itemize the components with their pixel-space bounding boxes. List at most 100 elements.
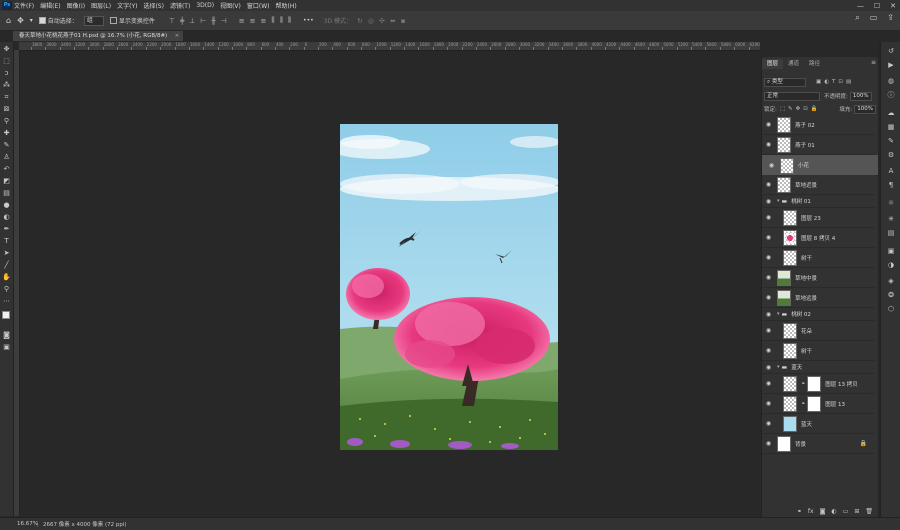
brushes-icon[interactable]: ✎ <box>885 136 897 146</box>
new-group-icon[interactable]: ▭ <box>843 508 849 515</box>
navigator-icon[interactable]: ◑ <box>885 260 897 270</box>
move-tool-icon[interactable]: ✥ <box>17 16 24 25</box>
visibility-eye-icon[interactable]: ◉ <box>762 181 775 188</box>
menu-layer[interactable]: 图层(L) <box>91 1 111 10</box>
maximize-button[interactable]: ☐ <box>874 2 880 10</box>
zoom-tool-icon[interactable]: ⚲ <box>1 284 12 294</box>
layer-row[interactable]: ◉ 图层 8 拷贝 4 <box>762 228 875 248</box>
tab-paths[interactable]: 路径 <box>804 59 825 69</box>
distribute-left-icon[interactable]: ⫼ <box>271 16 274 25</box>
distribute-top-icon[interactable]: ≡ <box>239 17 245 25</box>
layer-row[interactable]: ◉ 燕子 02 <box>762 115 875 135</box>
layer-row[interactable]: ◉ 草地近景 <box>762 175 875 195</box>
visibility-eye-icon[interactable]: ◉ <box>765 162 778 170</box>
auto-select-checkbox[interactable] <box>38 17 46 24</box>
align-bottom-icon[interactable]: ⊥ <box>189 17 195 25</box>
align-right-icon[interactable]: ⊣ <box>221 17 227 25</box>
search-icon[interactable]: ⌕ <box>855 13 859 23</box>
magic-wand-icon[interactable]: ⁂ <box>1 80 12 90</box>
kind-filter-dropdown[interactable]: ⌕ 类型 <box>764 77 806 87</box>
screen-mode-icon[interactable]: ▣ <box>1 342 12 352</box>
visibility-eye-icon[interactable]: ◉ <box>762 198 775 205</box>
more-options-button[interactable]: ••• <box>303 17 314 24</box>
document-tab[interactable]: 春天草地小花桃花燕子01 H.psd @ 16.7% (小花, RGB/8#) … <box>13 31 184 41</box>
menu-type[interactable]: 文字(Y) <box>117 1 137 10</box>
home-icon[interactable]: ⌂ <box>6 16 11 25</box>
minimize-button[interactable]: — <box>857 2 864 10</box>
blend-mode-dropdown[interactable]: 正常 <box>764 91 820 101</box>
vertical-ruler[interactable] <box>13 50 20 516</box>
show-transform-option[interactable]: 显示变换控件 <box>109 16 155 25</box>
zoom-level[interactable]: 16.67% <box>17 521 38 527</box>
quick-mask-icon[interactable]: ◙ <box>1 330 12 340</box>
distribute-right-icon[interactable]: ⫼ <box>288 16 291 25</box>
marquee-tool-icon[interactable]: ⬚ <box>1 56 12 66</box>
add-mask-icon[interactable]: ◙ <box>820 508 826 515</box>
visibility-eye-icon[interactable]: ◉ <box>762 400 775 407</box>
align-top-icon[interactable]: ⊤ <box>169 17 175 25</box>
distribute-bottom-icon[interactable]: ≡ <box>260 17 266 25</box>
auto-select-option[interactable]: 自动选择： <box>38 16 78 25</box>
layer-row[interactable]: ◉ 树干 <box>762 248 875 268</box>
visibility-eye-icon[interactable]: ◉ <box>762 420 775 427</box>
color-wheel-icon[interactable]: ◍ <box>885 76 897 86</box>
hand-tool-icon[interactable]: ✋ <box>1 272 12 282</box>
type-tool-icon[interactable]: T <box>1 236 12 246</box>
visibility-eye-icon[interactable]: ◉ <box>762 327 775 334</box>
brush-tool-icon[interactable]: ✎ <box>1 140 12 150</box>
mask-link-icon[interactable]: ⚭ <box>801 381 805 387</box>
info-icon[interactable]: ⓘ <box>885 90 897 100</box>
layer-row[interactable]: ◉ 图层 23 <box>762 208 875 228</box>
group-expand-icon[interactable]: ▾ <box>777 311 780 317</box>
visibility-eye-icon[interactable]: ◉ <box>762 274 775 281</box>
3d-roll-icon[interactable]: ◎ <box>368 17 374 25</box>
tab-layers[interactable]: 图层 <box>762 59 784 69</box>
clone-stamp-icon[interactable]: ♙ <box>1 152 12 162</box>
frame-tool-icon[interactable]: ⊠ <box>1 104 12 114</box>
distribute-hcenter-icon[interactable]: ⫼ <box>280 16 283 25</box>
link-layers-icon[interactable]: ⚭ <box>797 508 802 515</box>
layer-row[interactable]: ◉ 树干 <box>762 341 875 361</box>
group-expand-icon[interactable]: ▾ <box>777 364 780 370</box>
layer-mask-thumbnail[interactable] <box>807 375 822 392</box>
align-hcenter-icon[interactable]: ╫ <box>211 17 215 25</box>
visibility-eye-icon[interactable]: ◉ <box>762 214 775 221</box>
eraser-tool-icon[interactable]: ◩ <box>1 176 12 186</box>
3d-pan-icon[interactable]: ✣ <box>379 17 385 25</box>
menu-window[interactable]: 窗口(W) <box>247 1 270 10</box>
mask-link-icon[interactable]: ⚭ <box>801 401 805 407</box>
brightness-icon[interactable]: ☼ <box>885 198 897 208</box>
menu-select[interactable]: 选择(S) <box>143 1 164 10</box>
paragraph-icon[interactable]: ¶ <box>885 180 897 190</box>
align-vcenter-icon[interactable]: ╪ <box>180 17 184 25</box>
foreground-color[interactable] <box>2 311 10 319</box>
opacity-input[interactable]: 100% <box>849 91 872 101</box>
paths-icon[interactable]: ⬡ <box>885 304 897 314</box>
styles-icon[interactable]: ▣ <box>885 246 897 256</box>
visibility-eye-icon[interactable]: ◉ <box>762 380 775 387</box>
3d-scale-icon[interactable]: ▪ <box>401 17 406 25</box>
distribute-vcenter-icon[interactable]: ≡ <box>250 17 256 25</box>
layer-row[interactable]: ◉ 花朵 <box>762 321 875 341</box>
play-actions-icon[interactable]: ▶ <box>885 60 897 70</box>
3d-slide-icon[interactable]: ⬌ <box>390 17 396 25</box>
layer-row[interactable]: ◉ ⚭ 图层 13 <box>762 394 875 414</box>
gradient-icon[interactable]: ▤ <box>885 228 897 238</box>
visibility-eye-icon[interactable]: ◉ <box>762 347 775 354</box>
pen-tool-icon[interactable]: ✒ <box>1 224 12 234</box>
visibility-eye-icon[interactable]: ◉ <box>762 141 775 148</box>
visibility-eye-icon[interactable]: ◉ <box>762 254 775 261</box>
3d-rotate-icon[interactable]: ↻ <box>357 17 363 25</box>
layer-group[interactable]: ◉ ▾ ▬ 桃树 02 <box>762 308 875 321</box>
color-swatches[interactable] <box>1 310 13 324</box>
group-expand-icon[interactable]: ▾ <box>777 198 780 204</box>
more-tools-icon[interactable]: ⋯ <box>1 296 12 306</box>
fill-input[interactable]: 100% <box>854 104 876 114</box>
layer-group[interactable]: ◉ ▾ ▬ 蓝天 <box>762 361 875 374</box>
path-selection-icon[interactable]: ➤ <box>1 248 12 258</box>
layer-mask-thumbnail[interactable] <box>807 395 822 412</box>
align-left-icon[interactable]: ⊢ <box>200 17 206 25</box>
menu-view[interactable]: 视图(V) <box>220 1 241 10</box>
delete-layer-icon[interactable]: 🗑 <box>865 508 873 515</box>
visibility-eye-icon[interactable]: ◉ <box>762 440 775 447</box>
